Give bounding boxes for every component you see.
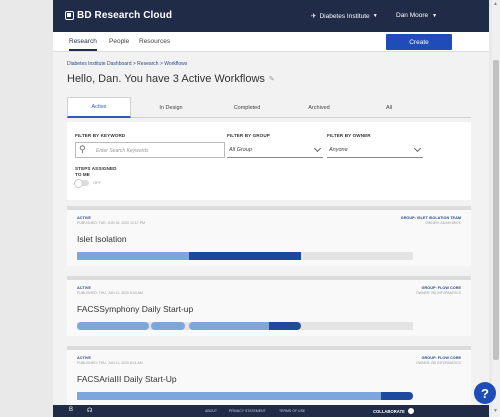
progress-segment <box>151 322 185 330</box>
tab-archived[interactable]: Archived <box>287 97 351 118</box>
workflow-status: ACTIVE <box>77 356 91 360</box>
caret-down-icon: ▼ <box>372 13 378 19</box>
page-title: Hello, Dan. You have 3 Active Workflows … <box>67 73 275 85</box>
page-scrollbar[interactable]: ▲ ▼ <box>492 0 500 417</box>
workflow-status: ACTIVE <box>77 286 91 290</box>
page-background: BD Research Cloud ✈ Diabetes Institute ▼… <box>0 0 500 417</box>
owner-dropdown[interactable]: Anyone <box>327 142 423 158</box>
workflow-progress-bar <box>77 322 413 330</box>
toggle-knob <box>74 178 83 188</box>
user-menu[interactable]: Dan Moore ▼ <box>396 12 437 19</box>
workflow-card[interactable]: ACTIVE PUBLISHED: THU, JUN 11, 2020 8:44… <box>67 276 471 336</box>
progress-segment <box>77 252 189 260</box>
caret-down-icon: ▼ <box>432 12 438 19</box>
pin-icon: ✈ <box>311 13 317 20</box>
nav-people[interactable]: People <box>109 38 129 45</box>
group-dropdown-value: All Group <box>229 147 252 153</box>
progress-segment <box>269 322 301 330</box>
workflow-published: PUBLISHED: THU, JUN 11, 2020 8:44 AM <box>77 291 143 295</box>
workflow-group: GROUP: FLOW CORE <box>421 356 461 360</box>
collaborate-button[interactable]: COLLABORATE <box>373 408 414 414</box>
group-dropdown[interactable]: All Group <box>227 142 323 158</box>
owner-filter-label: FILTER BY OWNER <box>327 133 371 138</box>
collaborate-label: COLLABORATE <box>373 408 405 414</box>
group-filter-label: FILTER BY GROUP <box>227 133 270 138</box>
nav-research[interactable]: Research <box>69 38 97 51</box>
scroll-up-icon[interactable]: ▲ <box>493 1 498 7</box>
filter-panel: FILTER BY KEYWORD ⚲ Enter Search Keyword… <box>67 122 471 200</box>
top-bar: BD Research Cloud ✈ Diabetes Institute ▼… <box>53 0 489 32</box>
breadcrumb[interactable]: Diabetes Institute Dashboard > Research … <box>67 61 187 67</box>
app-name: BD Research Cloud <box>77 10 173 21</box>
footer-link-privacy[interactable]: PRIVACY STATEMENT <box>229 409 266 413</box>
progress-segment <box>381 392 413 400</box>
org-selector[interactable]: ✈ Diabetes Institute ▼ <box>311 12 378 21</box>
search-placeholder: Enter Search Keywords <box>96 148 149 154</box>
chevron-down-icon <box>313 144 322 153</box>
tab-completed[interactable]: Completed <box>215 97 279 118</box>
progress-segment <box>77 392 381 400</box>
steps-assigned-label-2: TO ME <box>75 172 90 177</box>
search-input[interactable]: ⚲ Enter Search Keywords <box>75 142 225 158</box>
steps-assigned-label: STEPS ASSIGNED <box>75 166 117 171</box>
workflow-name[interactable]: Islet Isolation <box>77 234 127 244</box>
chat-bubble-icon <box>407 408 414 414</box>
user-name: Dan Moore <box>396 12 429 19</box>
toggle-state-label: OFF <box>93 180 101 185</box>
tab-in-design[interactable]: In Design <box>141 97 201 118</box>
steps-assigned-toggle[interactable] <box>74 178 89 188</box>
workflow-owner: OWNER: ADAM BECK <box>425 221 461 225</box>
question-icon: ? <box>481 385 489 401</box>
bd-logo-icon <box>65 11 74 20</box>
bd-footer-icon[interactable]: B <box>69 407 73 413</box>
progress-segment <box>189 322 269 330</box>
chevron-down-icon <box>413 144 422 153</box>
tab-active[interactable]: Active <box>67 97 131 118</box>
scroll-down-icon[interactable]: ▼ <box>493 408 498 414</box>
nav-resources[interactable]: Resources <box>139 38 170 45</box>
workflow-owner: OWNER: BD INFORMATICS <box>415 291 461 295</box>
workflow-card[interactable]: ACTIVE PUBLISHED: THU, JUN 11, 2020 8:11… <box>67 346 471 406</box>
search-icon: ⚲ <box>79 144 86 154</box>
pencil-icon[interactable]: ✎ <box>269 75 275 83</box>
help-button[interactable]: ? <box>474 382 496 404</box>
workflow-group: GROUP: ISLET ISOLATION TEAM <box>400 216 461 220</box>
progress-segment <box>189 252 301 260</box>
owner-dropdown-value: Anyone <box>329 147 348 153</box>
footer-link-terms[interactable]: TERMS OF USE <box>279 409 305 413</box>
workflow-card[interactable]: ACTIVE PUBLISHED: TUE, JUN 16, 2020 12:1… <box>67 206 471 266</box>
workflow-progress-bar <box>77 252 413 260</box>
workflow-progress-bar <box>77 392 413 400</box>
tab-all[interactable]: All <box>359 97 419 118</box>
workflow-published: PUBLISHED: THU, JUN 11, 2020 8:11 AM <box>77 361 143 365</box>
headline-text: Hello, Dan. You have 3 Active Workflows <box>67 73 265 85</box>
progress-segment <box>77 322 149 330</box>
app-logo[interactable]: BD Research Cloud <box>65 10 172 21</box>
workflow-name[interactable]: FACSAriaIII Daily Start-Up <box>77 374 177 384</box>
footer-link-about[interactable]: ABOUT <box>205 409 217 413</box>
workflow-owner: OWNER: BD INFORMATICS <box>415 361 461 365</box>
create-button[interactable]: Create <box>386 34 452 50</box>
workflow-status: ACTIVE <box>77 216 91 220</box>
workflow-published: PUBLISHED: TUE, JUN 16, 2020 12:17 PM <box>77 221 146 225</box>
app-window: BD Research Cloud ✈ Diabetes Institute ▼… <box>53 0 489 417</box>
org-name: Diabetes Institute <box>319 12 370 20</box>
footer: B ☊ ABOUT PRIVACY STATEMENT TERMS OF USE… <box>53 405 489 417</box>
scrollbar-thumb[interactable] <box>493 60 499 360</box>
keyword-filter-label: FILTER BY KEYWORD <box>75 133 126 138</box>
workflow-group: GROUP: FLOW CORE <box>421 286 461 290</box>
workflow-tabs: Active In Design Completed Archived All <box>67 97 471 118</box>
workflow-name[interactable]: FACSSymphony Daily Start-up <box>77 304 193 314</box>
headset-icon[interactable]: ☊ <box>87 407 92 414</box>
